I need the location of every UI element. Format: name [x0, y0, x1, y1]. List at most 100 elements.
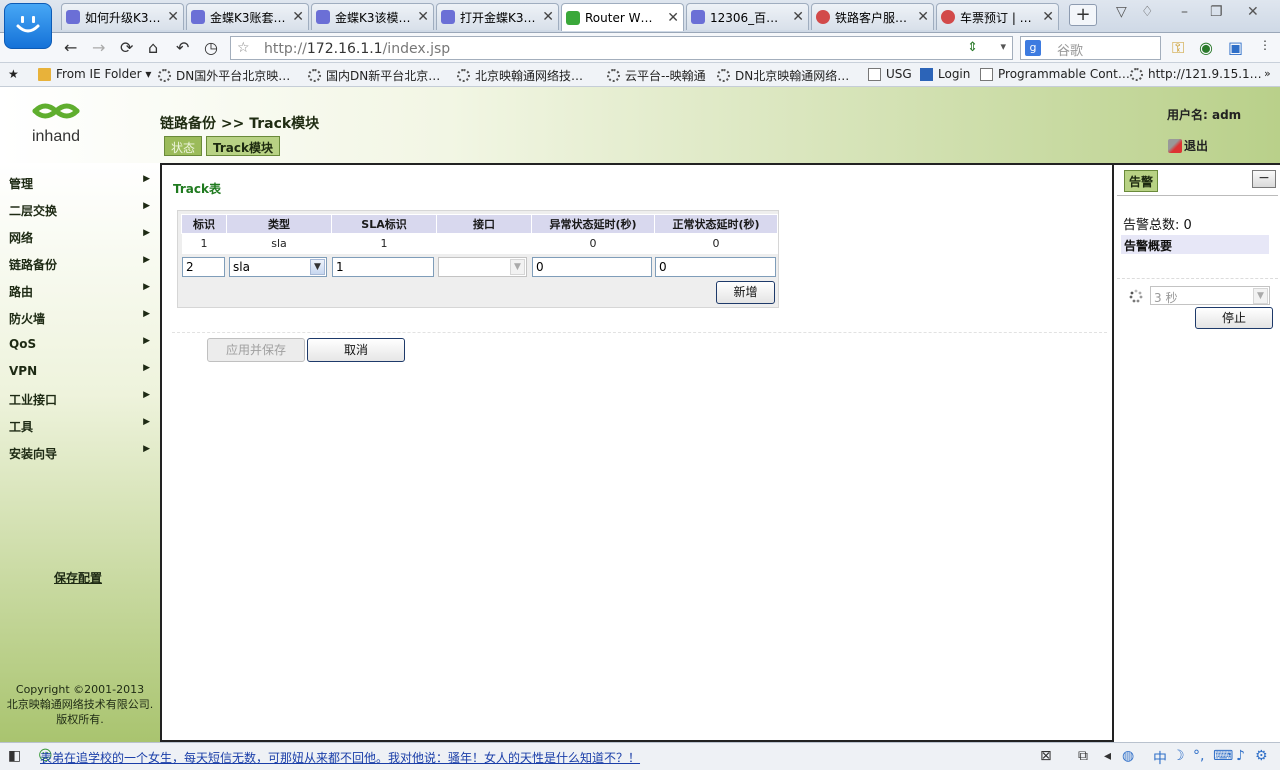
- sidebar-toggle-icon[interactable]: ◧: [8, 748, 21, 764]
- reload-icon[interactable]: ⟳: [120, 38, 133, 57]
- close-icon[interactable]: ✕: [167, 9, 179, 25]
- status-message-link[interactable]: 表弟在追学校的一个女生，每天短信无数，可那妞从来都不回他。我对他说：骚年！女人的…: [40, 749, 640, 766]
- browser-tab-active[interactable]: Router W… ✕: [561, 3, 684, 31]
- close-icon[interactable]: ✕: [792, 9, 804, 25]
- close-icon[interactable]: ✕: [667, 10, 679, 26]
- close-icon[interactable]: ✕: [1042, 9, 1054, 25]
- table-row[interactable]: 1 sla 1 0 0: [181, 233, 778, 254]
- bookmark-item[interactable]: USG: [868, 67, 912, 81]
- more-bookmarks-icon[interactable]: »: [1264, 67, 1271, 80]
- select-value: 3 秒: [1154, 291, 1178, 305]
- close-window-icon[interactable]: ✕: [1247, 4, 1259, 20]
- user-icon[interactable]: ◉: [1199, 38, 1213, 57]
- microphone-icon[interactable]: ♪: [1236, 748, 1245, 764]
- tab-status[interactable]: 状态: [164, 136, 203, 156]
- browser-tab[interactable]: 如何升级K3… ✕: [61, 3, 184, 30]
- refresh-interval-select[interactable]: 3 秒 ▼: [1150, 286, 1270, 305]
- loading-icon: [1130, 67, 1143, 81]
- bookmark-item[interactable]: 云平台--映翰通: [607, 67, 706, 84]
- tab-track-module[interactable]: Track模块: [206, 136, 280, 156]
- bookmark-item[interactable]: http://121.9.15.1…: [1130, 67, 1262, 81]
- compat-mode-icon[interactable]: ⇕: [967, 40, 978, 55]
- browser-nav-bar: ← → ⟳ ⌂ ↶ ◷ ☆ http://172.16.1.1/index.js…: [0, 33, 1280, 63]
- bookmark-item[interactable]: DN北京映翰通网络…: [717, 67, 849, 84]
- browser-tab[interactable]: 金蝶K3账套… ✕: [186, 3, 309, 30]
- sidebar-item-l2-switch[interactable]: 二层交换 ▶: [9, 201, 154, 219]
- more-icon[interactable]: ⋮: [1259, 38, 1271, 52]
- settings-icon[interactable]: ⚙: [1255, 748, 1268, 764]
- new-type-select[interactable]: sla ▼: [229, 257, 327, 277]
- new-interface-select[interactable]: ▼: [438, 257, 527, 277]
- browser-logo[interactable]: [4, 3, 52, 49]
- bookmarks-star-icon[interactable]: ★: [8, 67, 19, 81]
- chevron-down-icon[interactable]: ▾: [1000, 40, 1006, 53]
- bookmark-item[interactable]: From IE Folder ▾: [38, 67, 151, 81]
- sidebar-item-tools[interactable]: 工具 ▶: [9, 417, 154, 435]
- sidebar-item-link-backup[interactable]: 链路备份 ▶: [9, 255, 154, 273]
- bookmark-item[interactable]: DN国外平台北京映…: [158, 67, 290, 84]
- close-icon[interactable]: ✕: [917, 9, 929, 25]
- browser-tab[interactable]: 12306_百… ✕: [686, 3, 809, 30]
- close-icon[interactable]: ✕: [542, 9, 554, 25]
- browser-tab[interactable]: 车票预订 | … ✕: [936, 3, 1059, 30]
- add-button[interactable]: 新增: [716, 281, 775, 304]
- history-icon[interactable]: ◷: [204, 38, 218, 57]
- new-down-delay-input[interactable]: 0: [532, 257, 652, 277]
- keyboard-icon[interactable]: ⌨: [1213, 748, 1233, 764]
- sidebar-item-industrial-interface[interactable]: 工业接口 ▶: [9, 390, 154, 408]
- new-id-input[interactable]: 2: [182, 257, 225, 277]
- search-input[interactable]: g 谷歌: [1020, 36, 1161, 60]
- undo-close-icon[interactable]: ↶: [176, 38, 189, 57]
- forward-icon[interactable]: →: [92, 38, 105, 57]
- new-sla-id-input[interactable]: 1: [332, 257, 434, 277]
- home-icon[interactable]: ⌂: [148, 38, 158, 57]
- stop-button[interactable]: 停止: [1195, 307, 1273, 329]
- search-engine-icon[interactable]: g: [1025, 40, 1041, 56]
- close-icon[interactable]: ✕: [292, 9, 304, 25]
- apply-save-button[interactable]: 应用并保存: [207, 338, 305, 362]
- sidebar-item-management[interactable]: 管理 ▶: [9, 174, 154, 192]
- menu-icon[interactable]: ▽: [1116, 4, 1127, 20]
- browser-tab[interactable]: 打开金蝶K3… ✕: [436, 3, 559, 30]
- sidebar-item-setup-wizard[interactable]: 安装向导 ▶: [9, 444, 154, 462]
- sidebar-item-firewall[interactable]: 防火墙 ▶: [9, 309, 154, 327]
- alarm-tab[interactable]: 告警: [1124, 170, 1159, 192]
- browser-tab[interactable]: 金蝶K3该模… ✕: [311, 3, 434, 30]
- key-icon[interactable]: ⚿: [1172, 38, 1184, 58]
- new-up-delay-input[interactable]: 0: [655, 257, 776, 277]
- bookmark-item[interactable]: Login: [920, 67, 970, 81]
- chinese-mode-icon[interactable]: 中: [1153, 748, 1167, 768]
- bookmark-item[interactable]: Programmable Cont…: [980, 67, 1130, 81]
- chevron-down-icon: ▼: [310, 259, 325, 275]
- sidebar-item-vpn[interactable]: VPN ▶: [9, 363, 154, 378]
- spinner-icon: [1129, 289, 1143, 303]
- restore-window-icon[interactable]: ❐: [1210, 4, 1223, 20]
- minimize-icon[interactable]: −: [1252, 170, 1276, 188]
- ime-icon[interactable]: ◍: [1122, 748, 1134, 764]
- column-header: 类型: [226, 214, 332, 234]
- logout-link[interactable]: 退出: [1168, 137, 1208, 154]
- translate-icon[interactable]: ▣: [1228, 38, 1243, 57]
- new-tab-button[interactable]: +: [1069, 4, 1097, 26]
- cancel-button[interactable]: 取消: [307, 338, 405, 362]
- bookmark-item[interactable]: 北京映翰通网络技…: [457, 67, 583, 84]
- bookmark-star-icon[interactable]: ☆: [237, 40, 250, 56]
- back-icon[interactable]: ←: [64, 38, 77, 57]
- sidebar-item-routing[interactable]: 路由 ▶: [9, 282, 154, 300]
- screenshot-icon[interactable]: ⧉: [1078, 748, 1088, 764]
- moon-icon[interactable]: ☽: [1172, 748, 1185, 764]
- sidebar-item-qos[interactable]: QoS ▶: [9, 336, 154, 351]
- save-config-link[interactable]: 保存配置: [54, 569, 102, 586]
- volume-icon[interactable]: ◂: [1104, 748, 1111, 764]
- skin-icon[interactable]: ♢: [1141, 4, 1154, 20]
- url-text[interactable]: http://172.16.1.1/index.jsp: [264, 41, 450, 57]
- tab-label: 车票预订 | …: [960, 10, 1032, 25]
- close-icon[interactable]: ✕: [417, 9, 429, 25]
- browser-tab[interactable]: 铁路客户服… ✕: [811, 3, 934, 30]
- minimize-window-icon[interactable]: –: [1181, 4, 1188, 20]
- punctuation-icon[interactable]: °,: [1193, 748, 1204, 764]
- sidebar-item-network[interactable]: 网络 ▶: [9, 228, 154, 246]
- bookmark-item[interactable]: 国内DN新平台北京…: [308, 67, 440, 84]
- address-bar[interactable]: ☆ http://172.16.1.1/index.jsp ⇕ ▾: [230, 36, 1013, 60]
- chart-icon[interactable]: ⊠: [1040, 748, 1052, 764]
